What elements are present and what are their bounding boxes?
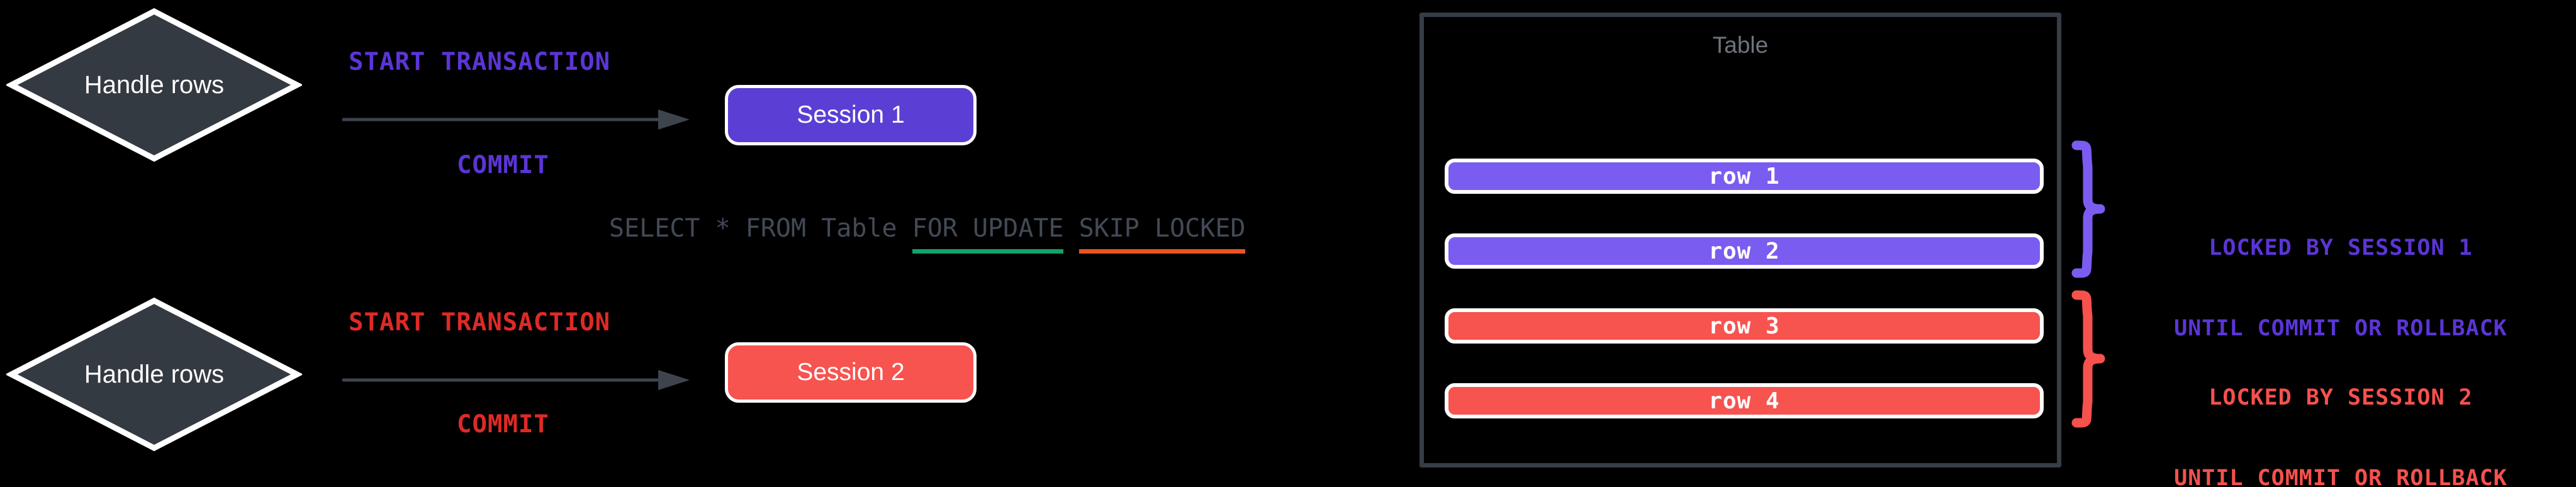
diamond-shape-icon (6, 297, 302, 452)
commit-label-1: COMMIT (457, 151, 549, 179)
lock-note-session-1-line1: LOCKED BY SESSION 1 (2209, 235, 2473, 261)
flow-arrow-2 (340, 367, 692, 393)
table-row[interactable]: row 1 (1445, 159, 2044, 194)
curly-brace-icon (2071, 290, 2105, 428)
handle-rows-diamond-1: Handle rows (6, 6, 302, 164)
lock-note-session-2-line1: LOCKED BY SESSION 2 (2209, 385, 2473, 411)
table-row[interactable]: row 4 (1445, 383, 2044, 418)
arrow-right-icon (342, 109, 690, 130)
arrow-right-icon (342, 370, 690, 390)
diamond-shape-icon (6, 8, 302, 162)
table-row-label: row 2 (1708, 238, 1780, 264)
lock-note-session-2-line2: UNTIL COMMIT OR ROLLBACK (2174, 466, 2507, 487)
commit-label-2: COMMIT (457, 410, 549, 439)
table-row[interactable]: row 3 (1445, 308, 2044, 344)
diagram-canvas: Handle rows START TRANSACTION COMMIT Ses… (0, 0, 2576, 487)
session-2-box[interactable]: Session 2 (725, 342, 977, 403)
table-row-label: row 4 (1708, 388, 1780, 414)
session-1-box[interactable]: Session 1 (725, 85, 977, 145)
table-container: Table row 1 row 2 row 3 row 4 (1420, 13, 2061, 467)
table-row[interactable]: row 2 (1445, 233, 2044, 269)
session-1-label: Session 1 (797, 101, 905, 128)
sql-gap (1063, 214, 1078, 243)
flow-arrow-1 (340, 107, 692, 132)
sql-prefix: SELECT * FROM Table (609, 214, 912, 243)
sql-skip-locked: SKIP LOCKED (1078, 214, 1246, 254)
handle-rows-diamond-2: Handle rows (6, 296, 302, 453)
table-row-label: row 1 (1708, 163, 1780, 189)
lock-note-session-2: LOCKED BY SESSION 2 UNTIL COMMIT OR ROLL… (2127, 331, 2555, 487)
sql-statement: SELECT * FROM Table FOR UPDATE SKIP LOCK… (609, 214, 1246, 254)
brace-session-2-icon (2071, 290, 2109, 428)
curly-brace-icon (2071, 140, 2105, 278)
sql-for-update: FOR UPDATE (912, 214, 1064, 254)
start-transaction-label-1: START TRANSACTION (349, 48, 611, 76)
table-row-label: row 3 (1708, 313, 1780, 339)
start-transaction-label-2: START TRANSACTION (349, 308, 611, 337)
session-2-label: Session 2 (797, 359, 905, 386)
brace-session-1-icon (2071, 140, 2109, 278)
table-title: Table (1712, 32, 1769, 58)
